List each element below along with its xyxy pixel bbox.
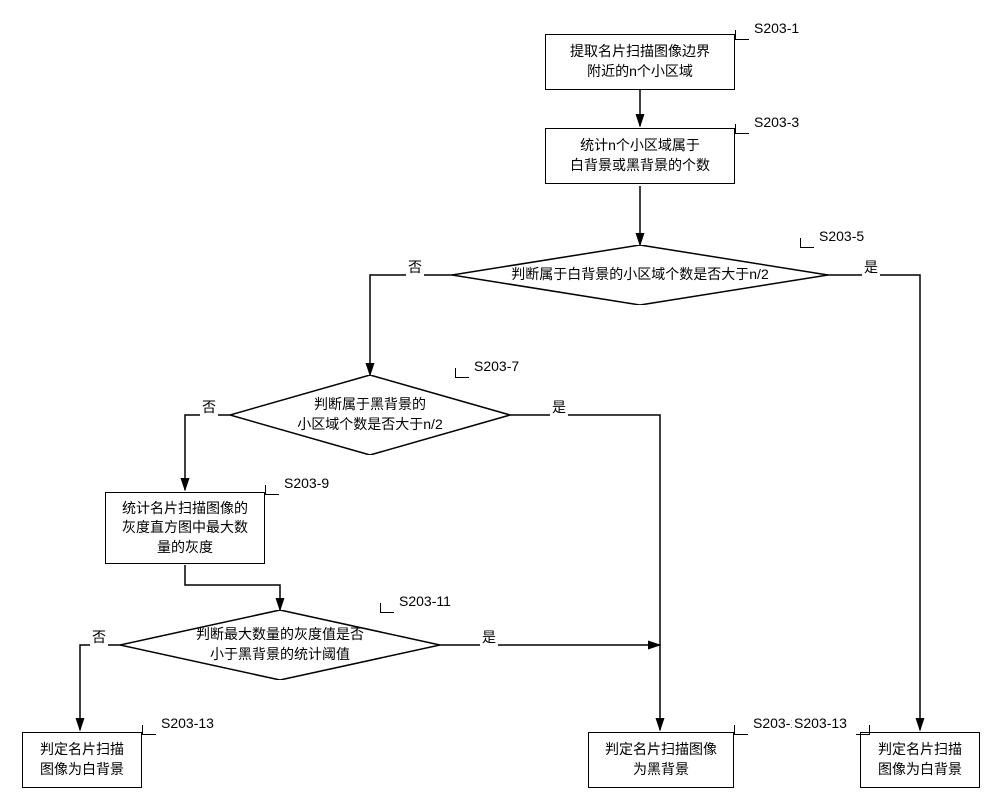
edge-no: 否 bbox=[406, 257, 424, 277]
step-label-s203-9: S203-9 bbox=[282, 475, 331, 491]
step-s203-9: 统计名片扫描图像的灰度直方图中最大数量的灰度 bbox=[105, 492, 265, 564]
decision-s203-5: 判断属于白背景的小区域个数是否大于n/2 bbox=[452, 245, 828, 305]
tag-line bbox=[734, 725, 748, 735]
step-s203-15: 判定名片扫描图像为黑背景 bbox=[588, 732, 734, 788]
step-label-s203-5: S203-5 bbox=[817, 228, 866, 244]
tag-line bbox=[142, 725, 156, 735]
step-text: 提取名片扫描图像边界附近的n个小区域 bbox=[570, 42, 710, 81]
step-label-s203-3: S203-3 bbox=[752, 114, 801, 130]
edge-no: 否 bbox=[90, 627, 108, 647]
tag-line bbox=[455, 368, 469, 378]
tag-line bbox=[380, 603, 394, 613]
edge-yes: 是 bbox=[862, 257, 880, 277]
tag-line bbox=[800, 238, 814, 248]
edge-yes: 是 bbox=[480, 627, 498, 647]
step-label-s203-11: S203-11 bbox=[397, 593, 453, 609]
step-text: 统计名片扫描图像的灰度直方图中最大数量的灰度 bbox=[122, 499, 248, 558]
step-text: 判定名片扫描图像为白背景 bbox=[878, 740, 962, 779]
step-label-s203-13: S203-13 bbox=[159, 715, 216, 731]
step-label-s203-13-right: S203-13 bbox=[792, 715, 849, 731]
tag-line bbox=[735, 124, 749, 134]
decision-s203-7: 判断属于黑背景的小区域个数是否大于n/2 bbox=[230, 375, 510, 455]
step-s203-3: 统计n个小区域属于白背景或黑背景的个数 bbox=[545, 128, 735, 184]
edge-yes: 是 bbox=[550, 397, 568, 417]
step-s203-13-left: 判定名片扫描图像为白背景 bbox=[22, 732, 142, 788]
tag-line bbox=[265, 485, 279, 495]
tag-line bbox=[735, 30, 749, 40]
decision-s203-11: 判断最大数量的灰度值是否小于黑背景的统计阈值 bbox=[120, 610, 440, 680]
step-text: 统计n个小区域属于白背景或黑背景的个数 bbox=[570, 136, 710, 175]
step-label-s203-7: S203-7 bbox=[472, 358, 521, 374]
step-s203-1: 提取名片扫描图像边界附近的n个小区域 bbox=[545, 34, 735, 90]
edge-no: 否 bbox=[200, 397, 218, 417]
step-s203-13-right: 判定名片扫描图像为白背景 bbox=[860, 732, 980, 788]
step-text: 判定名片扫描图像为白背景 bbox=[40, 740, 124, 779]
tag-line bbox=[856, 725, 870, 735]
step-label-s203-1: S203-1 bbox=[752, 20, 801, 36]
step-text: 判定名片扫描图像为黑背景 bbox=[605, 740, 717, 779]
